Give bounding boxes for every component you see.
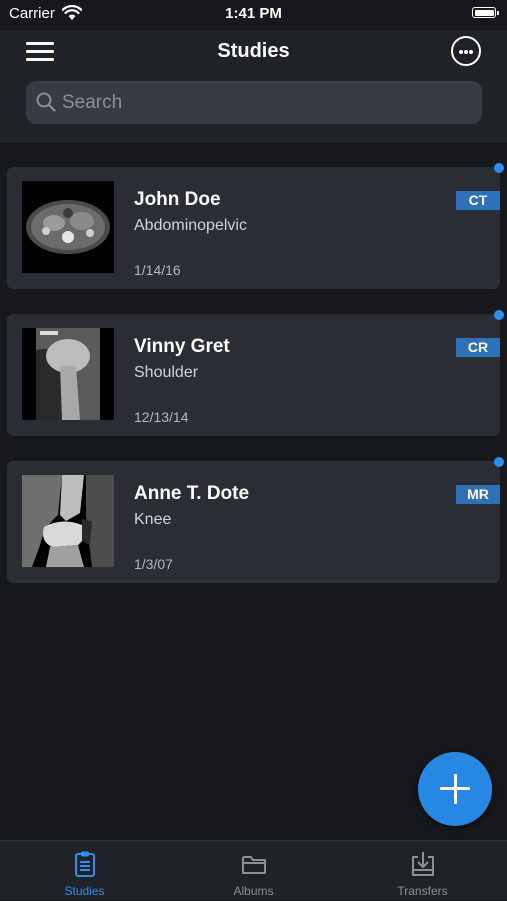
page-title: Studies xyxy=(217,40,290,62)
ct-scan-thumbnail xyxy=(22,181,114,273)
study-card[interactable]: Vinny Gret Shoulder 12/13/14 CR xyxy=(7,310,504,436)
study-card[interactable]: John Doe Abdominopelvic 1/14/16 CT xyxy=(7,163,504,289)
download-tray-icon xyxy=(412,852,434,876)
mri-thumbnail xyxy=(22,475,114,567)
study-date: 12/13/14 xyxy=(134,409,189,425)
clock: 1:41 PM xyxy=(225,5,282,22)
modality-badge: CT xyxy=(456,191,500,210)
patient-name: Vinny Gret xyxy=(134,336,230,357)
clipboard-icon xyxy=(75,851,95,877)
tab-albums[interactable]: Albums xyxy=(169,841,338,901)
unread-indicator xyxy=(494,310,504,320)
tab-transfers[interactable]: Transfers xyxy=(338,841,507,901)
unread-indicator xyxy=(494,163,504,173)
tab-label: Albums xyxy=(233,884,274,898)
study-description: Shoulder xyxy=(134,364,199,381)
status-bar: Carrier 1:41 PM xyxy=(0,0,507,30)
modality-badge: CR xyxy=(456,338,500,357)
add-study-button[interactable] xyxy=(418,752,492,826)
patient-name: John Doe xyxy=(134,189,221,210)
folder-icon xyxy=(242,856,266,874)
search-icon xyxy=(36,92,56,112)
unread-indicator xyxy=(494,457,504,467)
plus-icon-vertical xyxy=(453,774,457,804)
tab-bar: Studies Albums Transfers xyxy=(0,840,507,900)
study-date: 1/14/16 xyxy=(134,262,181,278)
tab-studies[interactable]: Studies xyxy=(0,841,169,901)
modality-badge: MR xyxy=(456,485,500,504)
tab-label: Transfers xyxy=(397,884,448,898)
study-description: Abdominopelvic xyxy=(134,217,247,234)
search-input[interactable] xyxy=(62,81,462,124)
study-description: Knee xyxy=(134,511,172,528)
xray-thumbnail xyxy=(22,328,114,420)
battery-icon xyxy=(472,7,499,18)
search-bar[interactable] xyxy=(26,81,482,124)
study-card[interactable]: Anne T. Dote Knee 1/3/07 MR xyxy=(7,457,504,583)
study-date: 1/3/07 xyxy=(134,556,173,572)
more-options-icon[interactable] xyxy=(451,36,481,66)
header: Studies xyxy=(0,30,507,143)
patient-name: Anne T. Dote xyxy=(134,483,250,504)
tab-label: Studies xyxy=(64,884,105,898)
